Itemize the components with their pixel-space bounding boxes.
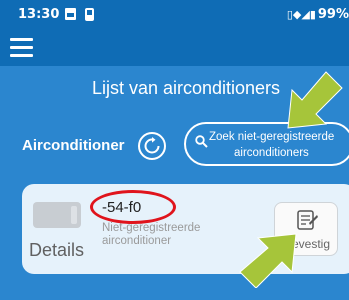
air-conditioner-icon	[33, 202, 81, 228]
device-status: Niet-geregistreerde airconditioner	[102, 222, 242, 248]
menu-icon[interactable]	[10, 38, 33, 57]
device-card[interactable]: Details -54-f0 Niet-geregistreerde airco…	[22, 184, 349, 274]
page-title: Lijst van airconditioners	[91, 78, 281, 98]
status-bar: 13:30 ▯◆◢▮ 99%	[0, 0, 349, 30]
image-notification-icon	[65, 8, 76, 20]
section-label: Airconditioner	[22, 137, 125, 154]
refresh-button[interactable]	[138, 132, 166, 160]
search-button-label-line2: airconditioners	[234, 147, 309, 159]
status-right: ▯◆◢▮ 99%	[287, 7, 349, 22]
refresh-icon	[144, 137, 160, 154]
device-status-line2: airconditioner	[102, 235, 172, 247]
confirm-button[interactable]: Bevestig	[274, 202, 338, 256]
status-time: 13:30	[18, 7, 60, 22]
device-status-line1: Niet-geregistreerde	[102, 222, 201, 234]
search-button-label-line1: Zoek niet-geregistreerde	[209, 131, 335, 143]
bottom-strip	[0, 288, 349, 300]
vibrate-wifi-signal-icon: ▯◆◢▮	[286, 8, 316, 21]
app-toolbar	[0, 30, 349, 66]
confirm-button-label: Bevestig	[283, 237, 331, 251]
device-name: -54-f0	[102, 199, 142, 216]
battery-level: 99%	[317, 7, 349, 22]
device-notification-icon	[85, 8, 94, 21]
search-unregistered-button[interactable]: Zoek niet-geregistreerde airconditioners	[184, 122, 349, 166]
search-icon	[195, 135, 208, 148]
document-icon	[297, 210, 318, 230]
details-link[interactable]: Details	[29, 240, 84, 261]
